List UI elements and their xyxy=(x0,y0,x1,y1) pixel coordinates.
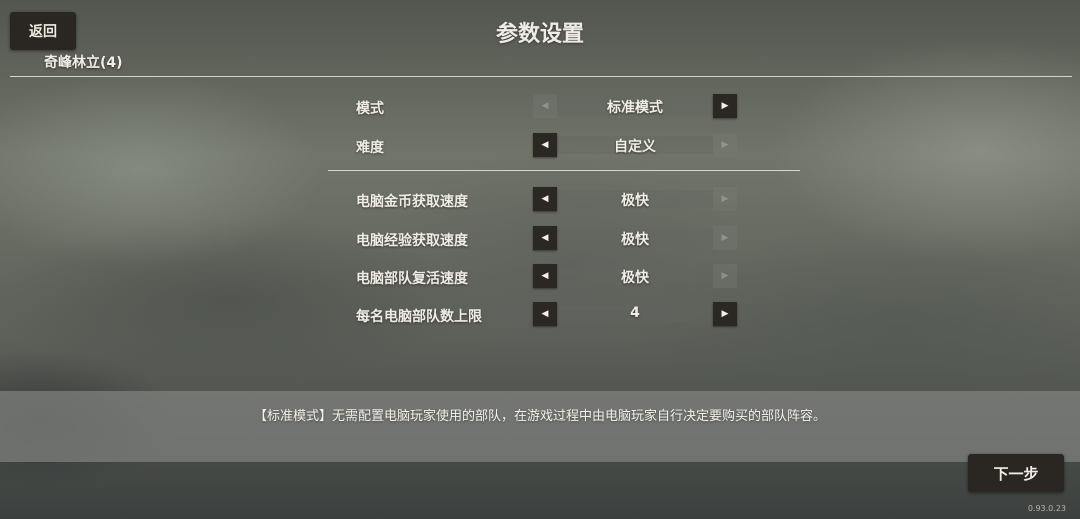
ai-respawn-rate-value: 极快 xyxy=(621,270,649,286)
triangle-right-icon: ▶ xyxy=(721,233,729,243)
settings-divider xyxy=(328,170,800,171)
triangle-left-icon: ◀ xyxy=(541,194,549,204)
triangle-left-icon: ◀ xyxy=(541,271,549,281)
setting-label: 每名电脑部队数上限 xyxy=(356,309,482,325)
triangle-left-icon: ◀ xyxy=(541,233,549,243)
difficulty-value: 自定义 xyxy=(614,139,656,155)
setting-row-ai-troop-limit: 每名电脑部队数上限 ◀ 4 ▶ xyxy=(340,302,740,328)
ai-exp-rate-selector: ◀ 极快 ▶ xyxy=(533,226,737,250)
triangle-right-icon: ▶ xyxy=(721,309,729,319)
difficulty-next-button[interactable]: ▶ xyxy=(713,133,737,157)
ai-respawn-rate-next-button[interactable]: ▶ xyxy=(713,264,737,288)
triangle-right-icon: ▶ xyxy=(721,101,729,111)
ai-troop-limit-selector: ◀ 4 ▶ xyxy=(533,302,737,326)
setting-label: 模式 xyxy=(356,101,384,117)
difficulty-prev-button[interactable]: ◀ xyxy=(533,133,557,157)
triangle-left-icon: ◀ xyxy=(541,101,549,111)
mode-value: 标准模式 xyxy=(607,100,663,116)
triangle-right-icon: ▶ xyxy=(721,271,729,281)
ai-respawn-rate-prev-button[interactable]: ◀ xyxy=(533,264,557,288)
setting-row-ai-gold-rate: 电脑金币获取速度 ◀ 极快 ▶ xyxy=(340,187,740,213)
setting-label: 电脑金币获取速度 xyxy=(356,194,468,210)
next-step-button[interactable]: 下一步 xyxy=(968,454,1064,492)
ai-exp-rate-next-button[interactable]: ▶ xyxy=(713,226,737,250)
ai-respawn-rate-selector: ◀ 极快 ▶ xyxy=(533,264,737,288)
mode-prev-button[interactable]: ◀ xyxy=(533,94,557,118)
setting-label: 电脑经验获取速度 xyxy=(356,233,468,249)
mode-description: 【标准模式】无需配置电脑玩家使用的部队，在游戏过程中由电脑玩家自行决定要购买的部… xyxy=(253,409,826,424)
setting-label: 电脑部队复活速度 xyxy=(356,271,468,287)
triangle-right-icon: ▶ xyxy=(721,140,729,150)
page-title: 参数设置 xyxy=(495,22,584,47)
map-name: 奇峰林立(4) xyxy=(44,55,123,71)
ai-exp-rate-value: 极快 xyxy=(621,232,649,248)
version-label: 0.93.0.23 xyxy=(1027,504,1066,513)
setting-row-mode: 模式 ◀ 标准模式 ▶ xyxy=(340,94,740,120)
mode-next-button[interactable]: ▶ xyxy=(713,94,737,118)
triangle-left-icon: ◀ xyxy=(541,309,549,319)
ai-troop-limit-value: 4 xyxy=(630,305,640,321)
mode-selector: ◀ 标准模式 ▶ xyxy=(533,94,737,118)
description-panel: 【标准模式】无需配置电脑玩家使用的部队，在游戏过程中由电脑玩家自行决定要购买的部… xyxy=(0,391,1080,462)
setting-label: 难度 xyxy=(356,140,384,156)
triangle-left-icon: ◀ xyxy=(541,140,549,150)
setting-row-difficulty: 难度 ◀ 自定义 ▶ xyxy=(340,133,740,159)
ai-gold-rate-selector: ◀ 极快 ▶ xyxy=(533,187,737,211)
ai-troop-limit-next-button[interactable]: ▶ xyxy=(713,302,737,326)
difficulty-selector: ◀ 自定义 ▶ xyxy=(533,133,737,157)
ai-gold-rate-value: 极快 xyxy=(621,193,649,209)
header-divider xyxy=(10,76,1072,77)
ai-troop-limit-prev-button[interactable]: ◀ xyxy=(533,302,557,326)
triangle-right-icon: ▶ xyxy=(721,194,729,204)
setting-row-ai-respawn-rate: 电脑部队复活速度 ◀ 极快 ▶ xyxy=(340,264,740,290)
ai-exp-rate-prev-button[interactable]: ◀ xyxy=(533,226,557,250)
ai-gold-rate-prev-button[interactable]: ◀ xyxy=(533,187,557,211)
ai-gold-rate-next-button[interactable]: ▶ xyxy=(713,187,737,211)
setting-row-ai-exp-rate: 电脑经验获取速度 ◀ 极快 ▶ xyxy=(340,226,740,252)
